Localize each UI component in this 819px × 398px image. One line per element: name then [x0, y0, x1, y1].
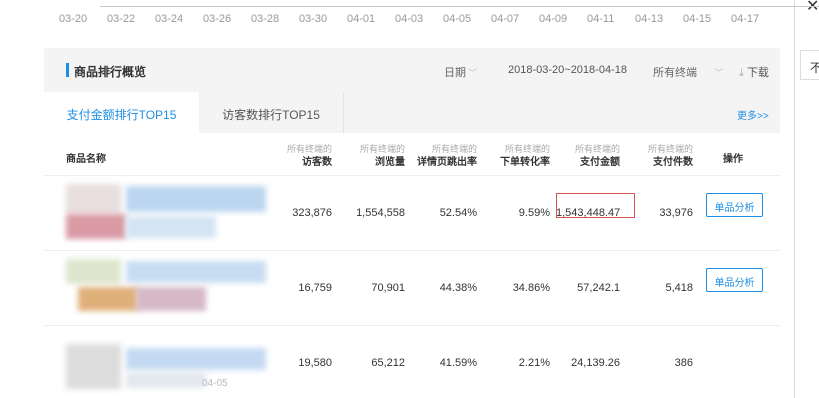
- ranking-card: 支付金额排行TOP15 访客数排行TOP15 更多>> 商品名称 所有终端的 访…: [44, 92, 780, 398]
- x-axis-tick-label: 03-20: [59, 13, 88, 25]
- column-header-main: 支付金额: [580, 157, 620, 168]
- terminal-select[interactable]: 所有终端 ﹀: [653, 64, 723, 80]
- cell-visitors: 323,876: [292, 207, 332, 219]
- column-header-sub: 所有终端的: [504, 144, 550, 154]
- cell-visitors: 19,580: [298, 357, 332, 369]
- cell-payment-amount: 24,139.26: [571, 357, 620, 369]
- x-axis-tick-label: 03-28: [251, 13, 280, 25]
- tab-payment-top15[interactable]: 支付金额排行TOP15: [44, 92, 199, 133]
- column-header-operation: 操作: [723, 154, 743, 165]
- column-header-main: 访客数: [302, 157, 332, 168]
- table-row: 16,759 70,901 44.38% 34.86% 57,242.1 5,4…: [44, 250, 780, 324]
- product-thumbnail[interactable]: [66, 259, 266, 319]
- download-icon: ⤓: [739, 67, 744, 79]
- column-header-main: 下单转化率: [500, 157, 550, 168]
- x-axis-tick-label: 03-26: [203, 13, 232, 25]
- column-header-payment-amount[interactable]: 所有终端的 支付金额: [570, 143, 620, 169]
- tab-visitors-top15[interactable]: 访客数排行TOP15: [199, 92, 344, 133]
- x-axis-tick-label: 04-17: [731, 13, 760, 25]
- cell-conversion: 2.21%: [518, 357, 550, 369]
- column-header-sub: 所有终端的: [574, 144, 620, 154]
- cell-payment-amount: 1,543,448.47: [556, 207, 621, 219]
- x-axis-tick-label: 04-15: [683, 13, 712, 25]
- column-header-visitors[interactable]: 所有终端的 访客数: [282, 143, 332, 169]
- download-label: 下载: [746, 67, 769, 79]
- column-header-sub: 所有终端的: [359, 144, 405, 154]
- table-row: 323,876 1,554,558 52.54% 9.59% 1,543,448…: [44, 175, 780, 249]
- cell-visitors: 16,759: [298, 282, 332, 294]
- column-header-conversion[interactable]: 所有终端的 下单转化率: [490, 143, 550, 169]
- date-filter-label: 日期: [444, 67, 466, 79]
- item-analysis-button[interactable]: 单品分析: [706, 268, 763, 292]
- cell-pageviews: 1,554,558: [356, 207, 405, 219]
- close-icon[interactable]: ✕: [806, 0, 819, 16]
- x-axis-tick-label: 03-24: [155, 13, 184, 25]
- x-axis-tick-label: 04-07: [491, 13, 520, 25]
- date-range-value[interactable]: 2018-03-20~2018-04-18: [508, 64, 627, 76]
- column-header-bounce-rate[interactable]: 所有终端的 详情页跳出率: [407, 143, 477, 169]
- cell-payment-items: 33,976: [659, 207, 693, 219]
- x-axis-tick-label: 03-30: [299, 13, 328, 25]
- column-header-payment-items[interactable]: 所有终端的 支付件数: [643, 143, 693, 169]
- side-input[interactable]: 不: [800, 50, 819, 80]
- product-thumbnail[interactable]: [66, 334, 266, 394]
- column-header-sub: 所有终端的: [431, 144, 477, 154]
- product-thumbnail[interactable]: [66, 184, 266, 244]
- x-axis-tick-label: 03-22: [107, 13, 136, 25]
- cell-payment-items: 386: [674, 357, 693, 369]
- chevron-down-icon: ﹀: [468, 68, 478, 78]
- download-button[interactable]: ⤓ 下载: [739, 64, 769, 80]
- chevron-down-icon: ﹀: [714, 68, 724, 78]
- cell-conversion: 9.59%: [518, 207, 550, 219]
- section-title: 商品排行概览: [74, 65, 147, 79]
- x-axis-tick-label: 04-11: [587, 13, 615, 25]
- date-filter[interactable]: 日期 ﹀: [444, 64, 477, 80]
- cell-bounce-rate: 44.38%: [439, 282, 477, 294]
- column-header-main: 支付件数: [653, 157, 693, 168]
- table-row: 04-05 19,580 65,212 41.59% 2.21% 24,139.…: [44, 325, 780, 398]
- scrollbar-track[interactable]: [794, 0, 795, 398]
- column-header-name: 商品名称: [66, 154, 106, 165]
- x-axis-tick-label: 04-01: [347, 13, 376, 25]
- tab-strip: 支付金额排行TOP15 访客数排行TOP15 更多>>: [44, 92, 780, 133]
- column-header-pageviews[interactable]: 所有终端的 浏览量: [355, 143, 405, 169]
- column-header-main: 详情页跳出率: [417, 157, 477, 168]
- item-analysis-button[interactable]: 单品分析: [706, 193, 763, 217]
- cell-bounce-rate: 52.54%: [439, 207, 477, 219]
- more-link[interactable]: 更多>>: [737, 107, 769, 122]
- column-header-sub: 所有终端的: [647, 144, 693, 154]
- x-axis-line: [100, 6, 819, 7]
- cell-pageviews: 70,901: [371, 282, 405, 294]
- terminal-select-label: 所有终端: [653, 67, 697, 79]
- x-axis-tick-label: 04-05: [443, 13, 472, 25]
- section-header: 商品排行概览 日期 ﹀ 2018-03-20~2018-04-18 所有终端 ﹀ …: [44, 56, 780, 92]
- cell-payment-items: 5,418: [665, 282, 693, 294]
- page: ✕ 不 03-20 03-22 03-24 03-26 03-28 03-30 04-01 0…: [0, 0, 819, 398]
- trend-chart-axis: 03-20 03-22 03-24 03-26 03-28 03-30 04-01 04-03…: [44, 0, 819, 48]
- cell-bounce-rate: 41.59%: [439, 357, 477, 369]
- cell-conversion: 34.86%: [512, 282, 550, 294]
- x-axis-tick-label: 04-13: [635, 13, 664, 25]
- overlap-label: 04-05: [202, 378, 228, 389]
- column-header-main: 浏览量: [375, 157, 405, 168]
- x-axis-tick-label: 04-03: [395, 13, 424, 25]
- column-header-sub: 所有终端的: [286, 144, 332, 154]
- cell-payment-amount: 57,242.1: [577, 282, 620, 294]
- x-axis-tick-label: 04-09: [539, 13, 568, 25]
- cell-pageviews: 65,212: [371, 357, 405, 369]
- left-rail: [0, 0, 44, 398]
- title-accent-bar: [66, 63, 69, 77]
